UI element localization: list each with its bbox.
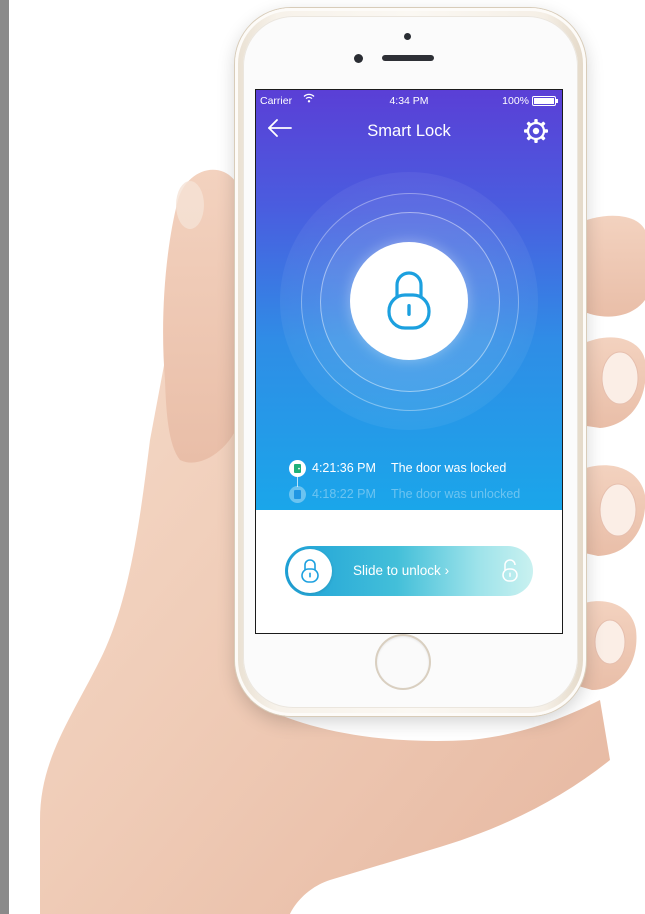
front-camera	[354, 54, 363, 63]
battery-icon	[532, 96, 558, 106]
app-screen: Carrier 4:34 PM 100% Smart Lock 4:21:36 …	[256, 90, 562, 633]
gear-icon	[524, 119, 548, 143]
unlocked-padlock-icon	[502, 559, 518, 582]
slide-to-unlock-label: Slide to unlock ›	[353, 563, 450, 578]
log-message: The door was unlocked	[391, 487, 521, 501]
door-locked-icon	[289, 460, 306, 477]
padlock-icon	[301, 559, 319, 583]
earpiece-speaker	[382, 55, 434, 61]
log-entry-locked: 4:21:36 PM The door was locked	[289, 458, 559, 487]
slide-to-unlock-knob[interactable]	[288, 549, 332, 593]
log-message: The door was locked	[391, 461, 507, 475]
proximity-sensor	[404, 33, 411, 40]
lock-status-button[interactable]	[350, 242, 468, 360]
nav-bar: Smart Lock	[256, 112, 562, 148]
home-button[interactable]	[377, 636, 429, 688]
status-bar: Carrier 4:34 PM 100%	[256, 90, 562, 110]
activity-log: 4:21:36 PM The door was locked 4:18:22 P…	[289, 458, 559, 510]
header-gradient: Carrier 4:34 PM 100% Smart Lock 4:21:36 …	[256, 90, 562, 510]
log-entry-unlocked: 4:18:22 PM The door was unlocked	[289, 484, 559, 510]
slide-to-unlock-track[interactable]: Slide to unlock ›	[285, 546, 533, 596]
door-unlocked-icon	[289, 486, 306, 503]
padlock-icon	[387, 271, 431, 330]
log-time: 4:21:36 PM	[312, 461, 376, 475]
page-title: Smart Lock	[367, 122, 451, 140]
settings-button[interactable]	[522, 117, 550, 145]
battery-percent: 100%	[502, 95, 529, 107]
log-time: 4:18:22 PM	[312, 487, 376, 501]
